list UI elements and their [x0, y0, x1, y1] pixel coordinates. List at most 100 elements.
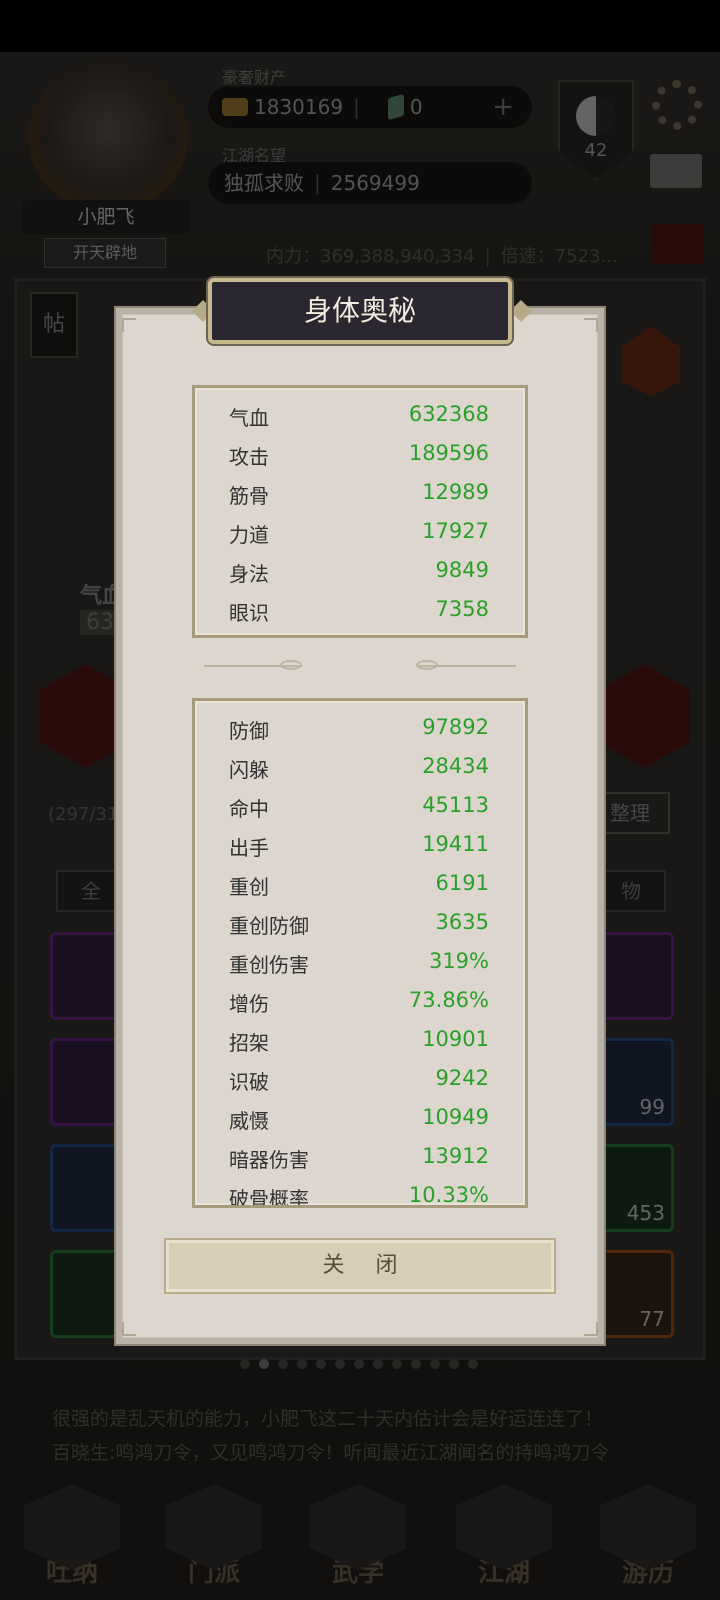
power-line: 内力：369,388,940,334 | 倍速：7523...: [266, 246, 618, 267]
multiplier-label: 倍速：: [500, 246, 555, 267]
corner-ornament: [122, 1322, 136, 1336]
stat-row: 重创防御 3635: [229, 910, 489, 949]
player-avatar[interactable]: [28, 62, 188, 212]
stat-row: 命中 45113: [229, 793, 489, 832]
corner-ornament: [584, 318, 598, 332]
stat-value: 3635: [435, 910, 489, 934]
stat-label: 重创: [229, 875, 269, 899]
power-label: 内力：: [266, 246, 320, 267]
filter-item-tab[interactable]: 物: [596, 870, 666, 912]
stat-label: 筋骨: [229, 484, 269, 508]
mail-icon[interactable]: [650, 154, 702, 188]
stat-row: 出手 19411: [229, 832, 489, 871]
nav-tuna[interactable]: 吐纳: [12, 1480, 132, 1600]
stat-label: 招架: [229, 1031, 269, 1055]
stat-value: 9242: [435, 1066, 489, 1090]
stat-row: 识破 9242: [229, 1066, 489, 1105]
divider: [418, 665, 516, 667]
bottom-nav: 吐纳 门派 武学 江湖 游历: [0, 1480, 720, 1600]
stat-value: 12989: [422, 480, 489, 504]
status-bar: [0, 0, 720, 52]
fame-value: 2569499: [330, 171, 420, 195]
divider-ornament: [280, 660, 302, 670]
stat-row: 筋骨 12989: [229, 480, 489, 519]
stat-value: 7358: [435, 597, 489, 621]
side-button[interactable]: [652, 224, 704, 264]
stat-value: 319%: [428, 949, 489, 973]
stat-label: 闪躲: [229, 758, 269, 782]
gold-ingot-icon: [222, 98, 248, 116]
currency-label: 豪奢财产: [222, 68, 287, 87]
stat-label: 破骨概率: [229, 1187, 309, 1208]
stat-value: 13912: [422, 1144, 489, 1168]
currency-pill: 1830169 | 0 +: [208, 86, 532, 128]
gold-amount: 1830169: [254, 95, 344, 119]
stat-label: 识破: [229, 1070, 269, 1094]
nav-sect[interactable]: 门派: [154, 1480, 274, 1600]
stat-row: 招架 10901: [229, 1027, 489, 1066]
stat-row: 气血 632368: [229, 402, 489, 441]
stat-value: 632368: [408, 402, 489, 426]
stat-row: 重创伤害 319%: [229, 949, 489, 988]
advanced-stats-panel[interactable]: 防御 97892 闪躲 28434 命中 45113 出手 19411 重创 6191 重…: [192, 698, 528, 1208]
page-indicator: [240, 1354, 487, 1373]
stat-value: 9849: [435, 558, 489, 582]
multiplier-value: 7523...: [554, 246, 618, 267]
player-title: 开天辟地: [44, 238, 166, 268]
stat-value: 73.86%: [408, 988, 489, 1012]
stat-label: 眼识: [229, 601, 269, 625]
item-count: 453: [626, 1201, 665, 1225]
stat-value: 28434: [422, 754, 489, 778]
stat-value: 17927: [422, 519, 489, 543]
jade-icon: [387, 93, 404, 121]
stat-row: 增伤 73.86%: [229, 988, 489, 1027]
stat-row: 闪躲 28434: [229, 754, 489, 793]
modal-title: 身体奥秘: [208, 278, 512, 344]
stat-label: 增伤: [229, 992, 269, 1016]
gear-icon[interactable]: [652, 80, 702, 130]
stat-label: 重创伤害: [229, 953, 309, 977]
nav-martial[interactable]: 武学: [298, 1480, 418, 1600]
tag-button[interactable]: 帖: [30, 292, 78, 358]
fame-title: 独孤求败: [224, 171, 304, 195]
stat-value: 97892: [422, 715, 489, 739]
item-count: 99: [639, 1095, 665, 1119]
stat-row: 重创 6191: [229, 871, 489, 910]
player-name: 小肥飞: [22, 200, 190, 234]
gem-amount: 0: [409, 95, 423, 119]
stat-value: 45113: [422, 793, 489, 817]
basic-stats-panel: 气血 632368 攻击 189596 筋骨 12989 力道 17927 身法 9849…: [192, 385, 528, 638]
stat-label: 威慑: [229, 1109, 269, 1133]
stat-label: 气血: [229, 406, 269, 430]
power-value: 369,388,940,334: [320, 246, 475, 267]
stat-row: 身法 9849: [229, 558, 489, 597]
stat-value: 19411: [422, 832, 489, 856]
stat-value: 10949: [422, 1105, 489, 1129]
stat-value: 189596: [408, 441, 489, 465]
stat-label: 攻击: [229, 445, 269, 469]
stat-label: 防御: [229, 719, 269, 743]
fame-pill: 独孤求败 | 2569499: [208, 162, 532, 204]
news-line: 百晓生:鸣鸿刀令，又见鸣鸿刀令！听闻最近江湖闻名的持鸣鸿刀令: [52, 1442, 610, 1464]
stat-row: 威慑 10949: [229, 1105, 489, 1144]
stat-value: 10.33%: [408, 1183, 489, 1207]
stat-row: 眼识 7358: [229, 597, 489, 636]
stat-label: 重创防御: [229, 914, 309, 938]
stat-value: 6191: [435, 871, 489, 895]
taiji-level: 42: [584, 140, 608, 161]
stat-row: 力道 17927: [229, 519, 489, 558]
stat-row: 防御 97892: [229, 715, 489, 754]
stat-row: 破骨概率 10.33%: [229, 1183, 489, 1208]
nav-jianghu[interactable]: 江湖: [444, 1480, 564, 1600]
item-count: 77: [639, 1307, 665, 1331]
stat-row: 暗器伤害 13912: [229, 1144, 489, 1183]
nav-travel[interactable]: 游历: [588, 1480, 708, 1600]
news-line: 很强的是乱天机的能力，小肥飞这二十天内估计会是好运连连了！: [52, 1408, 604, 1430]
close-button[interactable]: 关 闭: [164, 1238, 556, 1294]
stat-label: 出手: [229, 836, 269, 860]
add-currency-button[interactable]: +: [492, 86, 514, 128]
corner-ornament: [122, 318, 136, 332]
stat-value: 10901: [422, 1027, 489, 1051]
stat-label: 命中: [229, 797, 269, 821]
yin-yang-icon: [576, 96, 616, 136]
